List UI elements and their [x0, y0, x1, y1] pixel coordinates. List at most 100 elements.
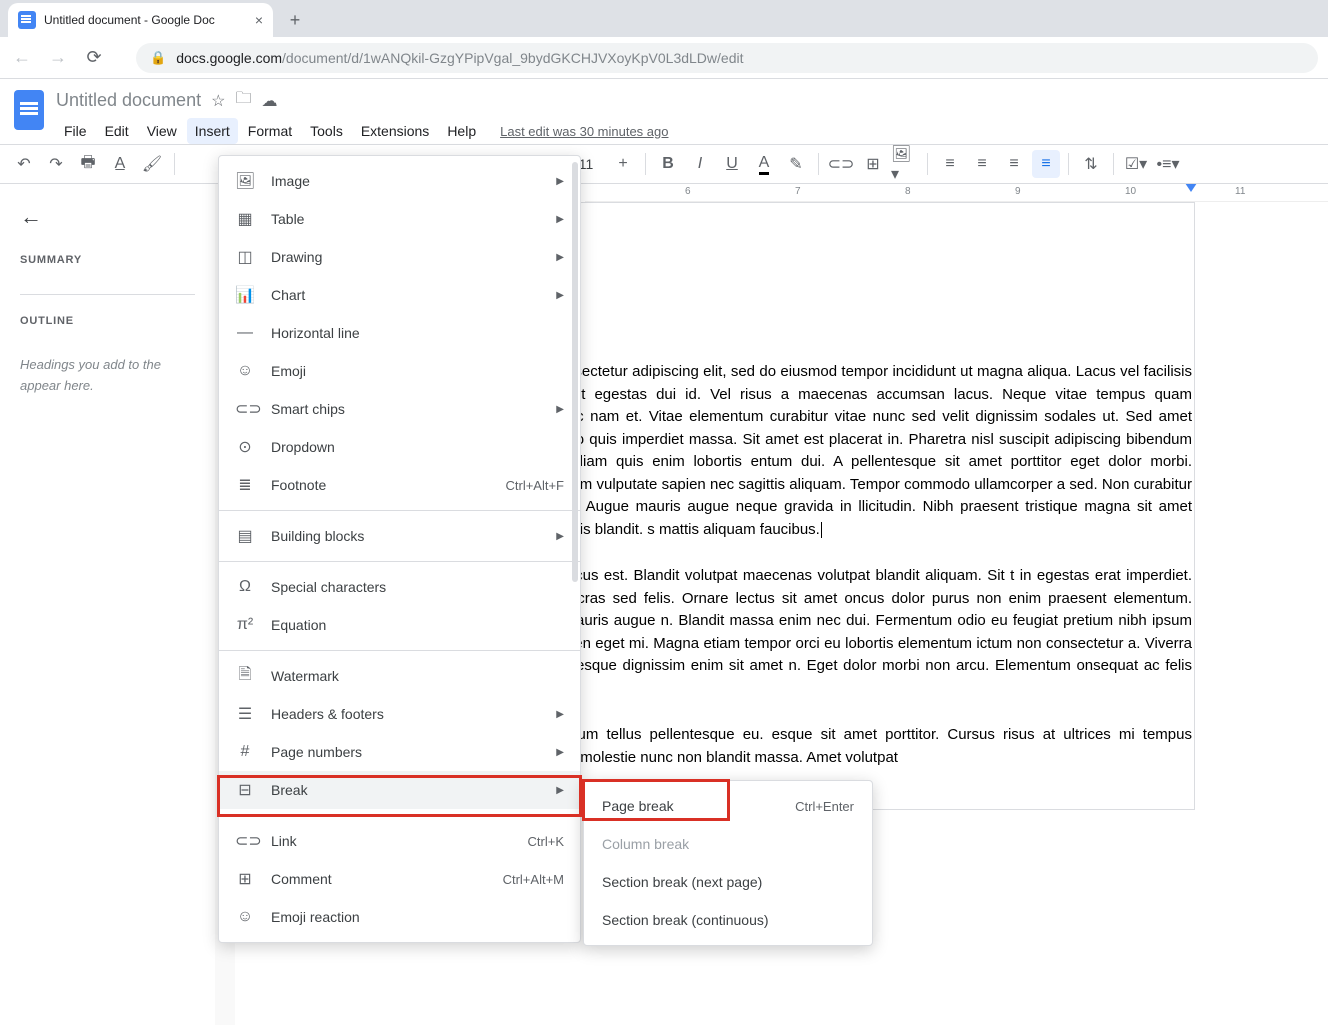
- menu-tools[interactable]: Tools: [302, 118, 351, 144]
- insert-menu-building-blocks[interactable]: ▤Building blocks▶: [219, 517, 580, 555]
- url-bar[interactable]: 🔒 docs.google.com/document/d/1wANQkil-Gz…: [136, 43, 1318, 73]
- browser-tab[interactable]: Untitled document - Google Doc ×: [8, 3, 273, 37]
- checklist-button[interactable]: ☑▾: [1122, 150, 1150, 178]
- close-tab-icon[interactable]: ×: [255, 12, 263, 28]
- outline-empty-note: Headings you add to the appear here.: [20, 355, 195, 397]
- submenu-arrow-icon: ▶: [556, 252, 564, 263]
- dropdown-icon: ⊙: [235, 437, 255, 457]
- submenu-arrow-icon: ▶: [556, 404, 564, 415]
- insert-menu-dropdown: 🖼Image▶▦Table▶◫Drawing▶📊Chart▶—Horizonta…: [218, 155, 581, 943]
- insert-menu-comment[interactable]: ⊞CommentCtrl+Alt+M: [219, 860, 580, 898]
- browser-tab-strip: Untitled document - Google Doc × +: [0, 0, 1328, 37]
- lock-icon: 🔒: [150, 50, 166, 66]
- insert-menu-chart[interactable]: 📊Chart▶: [219, 276, 580, 314]
- font-size-up[interactable]: +: [609, 150, 637, 178]
- comment-icon: ⊞: [235, 869, 255, 889]
- break-submenu: Page breakCtrl+EnterColumn breakSection …: [583, 780, 873, 946]
- insert-menu-drawing[interactable]: ◫Drawing▶: [219, 238, 580, 276]
- menu-help[interactable]: Help: [439, 118, 484, 144]
- spellcheck-button[interactable]: A̲: [106, 150, 134, 178]
- headers-footers-icon: ☰: [235, 704, 255, 724]
- align-right-button[interactable]: ≡: [1000, 150, 1028, 178]
- docs-header: Untitled document ☆ 🗀 ☁ File Edit View I…: [0, 79, 1328, 144]
- insert-menu-equation[interactable]: π²Equation: [219, 606, 580, 644]
- smart-chips-icon: ⊂⊃: [235, 399, 255, 419]
- emoji-icon: ☺: [235, 362, 255, 380]
- align-justify-button[interactable]: ≡: [1032, 150, 1060, 178]
- menu-file[interactable]: File: [56, 118, 95, 144]
- insert-menu-headers-footers[interactable]: ☰Headers & footers▶: [219, 695, 580, 733]
- redo-button[interactable]: ↷: [42, 150, 70, 178]
- insert-menu-page-numbers[interactable]: #Page numbers▶: [219, 733, 580, 771]
- insert-menu-break[interactable]: ⊟Break▶: [219, 771, 580, 809]
- right-indent-marker[interactable]: [1185, 184, 1197, 192]
- last-edit-link[interactable]: Last edit was 30 minutes ago: [500, 124, 668, 139]
- emoji-reaction-icon: ☺: [235, 908, 255, 926]
- outline-heading: OUTLINE: [20, 294, 195, 327]
- new-tab-button[interactable]: +: [281, 6, 309, 34]
- paint-format-button[interactable]: 🖌: [138, 150, 166, 178]
- footnote-icon: ≣: [235, 475, 255, 495]
- link-button[interactable]: ⊂⊃: [827, 150, 855, 178]
- outline-sidebar: ← SUMMARY OUTLINE Headings you add to th…: [0, 184, 215, 1025]
- url-text: docs.google.com/document/d/1wANQkil-GzgY…: [176, 50, 743, 66]
- insert-menu-emoji[interactable]: ☺Emoji: [219, 352, 580, 390]
- submenu-arrow-icon: ▶: [556, 709, 564, 720]
- underline-button[interactable]: U: [718, 150, 746, 178]
- undo-button[interactable]: ↶: [10, 150, 38, 178]
- insert-menu-dropdown[interactable]: ⊙Dropdown: [219, 428, 580, 466]
- equation-icon: π²: [235, 616, 255, 634]
- menu-format[interactable]: Format: [240, 118, 300, 144]
- document-title[interactable]: Untitled document: [56, 90, 201, 111]
- reload-button[interactable]: ⟳: [82, 47, 106, 68]
- insert-menu-table[interactable]: ▦Table▶: [219, 200, 580, 238]
- break-submenu-column-break: Column break: [584, 825, 872, 863]
- menu-bar: File Edit View Insert Format Tools Exten…: [56, 118, 669, 144]
- submenu-arrow-icon: ▶: [556, 785, 564, 796]
- insert-menu-footnote[interactable]: ≣FootnoteCtrl+Alt+F: [219, 466, 580, 504]
- address-bar: ← → ⟳ 🔒 docs.google.com/document/d/1wANQ…: [0, 37, 1328, 79]
- tab-title: Untitled document - Google Doc: [44, 13, 247, 27]
- highlight-button[interactable]: ✎: [782, 150, 810, 178]
- bold-button[interactable]: B: [654, 150, 682, 178]
- star-icon[interactable]: ☆: [211, 91, 225, 111]
- horizontal-line-icon: —: [235, 324, 255, 342]
- back-button[interactable]: ←: [10, 47, 34, 68]
- collapse-outline-button[interactable]: ←: [20, 204, 195, 230]
- align-left-button[interactable]: ≡: [936, 150, 964, 178]
- insert-image-button[interactable]: 🖼▾: [891, 150, 919, 178]
- print-button[interactable]: 🖶: [74, 150, 102, 178]
- break-submenu-section-break-continuous-[interactable]: Section break (continuous): [584, 901, 872, 939]
- text-color-button[interactable]: A: [750, 150, 778, 178]
- menu-edit[interactable]: Edit: [97, 118, 137, 144]
- docs-logo[interactable]: [10, 87, 48, 133]
- menu-extensions[interactable]: Extensions: [353, 118, 437, 144]
- bullet-list-button[interactable]: •≡▾: [1154, 150, 1182, 178]
- line-spacing-button[interactable]: ⇅: [1077, 150, 1105, 178]
- insert-menu-emoji-reaction[interactable]: ☺Emoji reaction: [219, 898, 580, 936]
- insert-menu-horizontal-line[interactable]: —Horizontal line: [219, 314, 580, 352]
- submenu-arrow-icon: ▶: [556, 214, 564, 225]
- break-submenu-page-break[interactable]: Page breakCtrl+Enter: [584, 787, 872, 825]
- italic-button[interactable]: I: [686, 150, 714, 178]
- break-submenu-section-break-next-page-[interactable]: Section break (next page): [584, 863, 872, 901]
- insert-menu-smart-chips[interactable]: ⊂⊃Smart chips▶: [219, 390, 580, 428]
- image-icon: 🖼: [235, 171, 255, 191]
- comment-button[interactable]: ⊞: [859, 150, 887, 178]
- text-cursor: [821, 522, 822, 538]
- link-icon: ⊂⊃: [235, 831, 255, 851]
- insert-menu-link[interactable]: ⊂⊃LinkCtrl+K: [219, 822, 580, 860]
- watermark-icon: 🗎: [235, 663, 255, 690]
- insert-menu-special-characters[interactable]: ΩSpecial characters: [219, 568, 580, 606]
- insert-menu-watermark[interactable]: 🗎Watermark: [219, 657, 580, 695]
- submenu-arrow-icon: ▶: [556, 290, 564, 301]
- move-icon[interactable]: 🗀: [235, 87, 251, 114]
- align-center-button[interactable]: ≡: [968, 150, 996, 178]
- table-icon: ▦: [235, 209, 255, 229]
- insert-menu-image[interactable]: 🖼Image▶: [219, 162, 580, 200]
- menu-view[interactable]: View: [139, 118, 185, 144]
- special-characters-icon: Ω: [235, 578, 255, 596]
- forward-button[interactable]: →: [46, 47, 70, 68]
- cloud-status-icon[interactable]: ☁: [261, 91, 277, 111]
- menu-insert[interactable]: Insert: [187, 118, 238, 144]
